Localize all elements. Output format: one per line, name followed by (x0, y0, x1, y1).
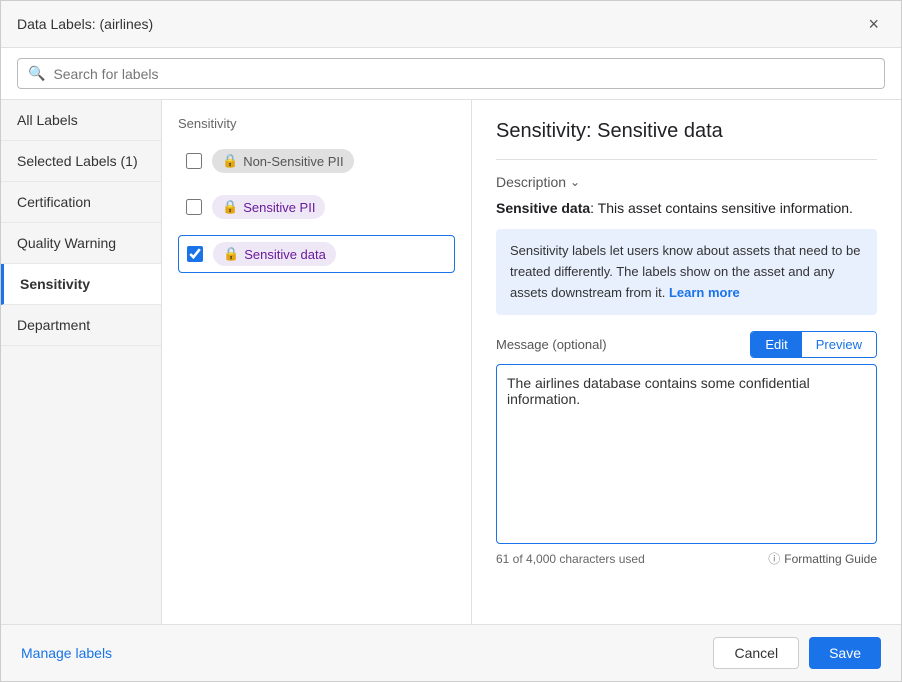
info-box: Sensitivity labels let users know about … (496, 229, 877, 315)
right-panel: Sensitivity: Sensitive data Description … (472, 100, 901, 624)
message-textarea[interactable]: The airlines database contains some conf… (496, 364, 877, 544)
description-text: Sensitive data: This asset contains sens… (496, 198, 877, 219)
main-content: All Labels Selected Labels (1) Certifica… (1, 100, 901, 624)
dialog-footer: Manage labels Cancel Save (1, 624, 901, 681)
sidebar-item-certification[interactable]: Certification (1, 182, 161, 223)
close-button[interactable]: × (862, 13, 885, 35)
cancel-button[interactable]: Cancel (713, 637, 799, 669)
info-circle-icon: ⓘ (768, 550, 780, 567)
label-tag-non-sensitive-pii: 🔒 Non-Sensitive PII (212, 149, 354, 173)
label-icon-non-sensitive-pii: 🔒 (222, 153, 238, 169)
divider (496, 159, 877, 160)
message-footer: 61 of 4,000 characters used ⓘ Formatting… (496, 550, 877, 567)
search-input-wrap: 🔍 (17, 58, 885, 89)
sidebar-item-selected-labels[interactable]: Selected Labels (1) (1, 141, 161, 182)
dialog-header: Data Labels: (airlines) × (1, 1, 901, 48)
message-header: Message (optional) Edit Preview (496, 331, 877, 358)
preview-tab[interactable]: Preview (802, 332, 876, 357)
dialog: Data Labels: (airlines) × 🔍 All Labels S… (0, 0, 902, 682)
checkbox-sensitive-pii[interactable] (186, 199, 202, 215)
tab-group: Edit Preview (750, 331, 877, 358)
save-button[interactable]: Save (809, 637, 881, 669)
formatting-guide-link[interactable]: ⓘ Formatting Guide (768, 550, 877, 567)
description-bold: Sensitive data (496, 200, 590, 216)
label-icon-sensitive-pii: 🔒 (222, 199, 238, 215)
search-input[interactable] (53, 66, 874, 82)
description-rest: : This asset contains sensitive informat… (590, 200, 853, 216)
label-tag-sensitive-data: 🔒 Sensitive data (213, 242, 336, 266)
label-item-sensitive-pii[interactable]: 🔒 Sensitive PII (178, 189, 455, 225)
formatting-guide-label: Formatting Guide (784, 552, 877, 566)
sidebar-item-sensitivity[interactable]: Sensitivity (1, 264, 161, 305)
search-bar: 🔍 (1, 48, 901, 100)
middle-panel: Sensitivity 🔒 Non-Sensitive PII 🔒 Sensit… (162, 100, 472, 624)
dialog-title: Data Labels: (airlines) (17, 16, 153, 32)
checkbox-non-sensitive-pii[interactable] (186, 153, 202, 169)
label-tag-sensitive-pii: 🔒 Sensitive PII (212, 195, 325, 219)
footer-actions: Cancel Save (713, 637, 881, 669)
chevron-down-icon: ⌄ (570, 175, 580, 189)
sidebar: All Labels Selected Labels (1) Certifica… (1, 100, 162, 624)
detail-title: Sensitivity: Sensitive data (496, 120, 877, 143)
label-item-sensitive-data[interactable]: 🔒 Sensitive data (178, 235, 455, 273)
search-icon: 🔍 (28, 65, 45, 82)
label-item-non-sensitive-pii[interactable]: 🔒 Non-Sensitive PII (178, 143, 455, 179)
manage-labels-button[interactable]: Manage labels (21, 645, 112, 661)
checkbox-sensitive-data[interactable] (187, 246, 203, 262)
char-count: 61 of 4,000 characters used (496, 552, 645, 566)
label-icon-sensitive-data: 🔒 (223, 246, 239, 262)
message-label: Message (optional) (496, 337, 607, 352)
section-title: Sensitivity (178, 116, 455, 131)
sidebar-item-all-labels[interactable]: All Labels (1, 100, 161, 141)
sidebar-item-quality-warning[interactable]: Quality Warning (1, 223, 161, 264)
learn-more-link[interactable]: Learn more (669, 285, 740, 300)
sidebar-item-department[interactable]: Department (1, 305, 161, 346)
edit-tab[interactable]: Edit (751, 332, 801, 357)
description-label: Description (496, 174, 566, 190)
description-row: Description ⌄ (496, 174, 877, 190)
